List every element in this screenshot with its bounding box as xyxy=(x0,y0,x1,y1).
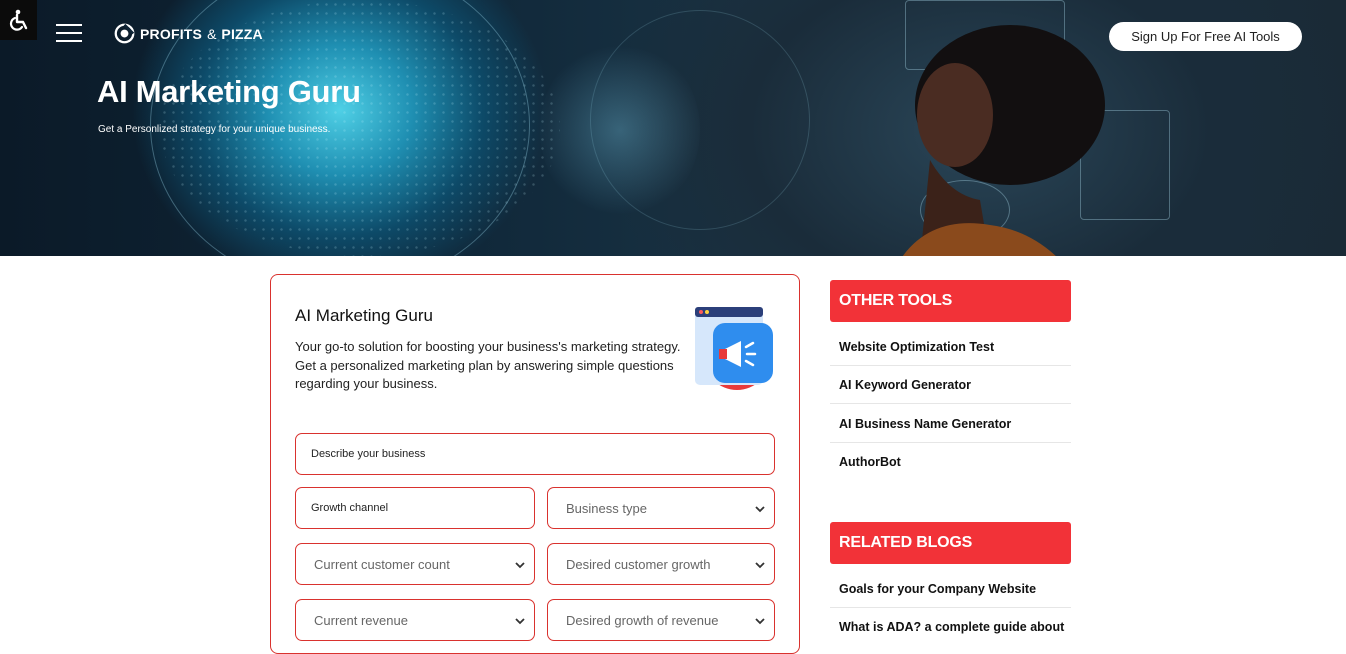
revenue-growth-select[interactable]: Desired growth of revenue xyxy=(547,599,775,641)
business-type-placeholder: Business type xyxy=(566,500,647,516)
customer-count-placeholder: Current customer count xyxy=(314,556,450,572)
revenue-placeholder: Current revenue xyxy=(314,612,408,628)
tool-link-business-name-generator[interactable]: AI Business Name Generator xyxy=(830,405,1071,443)
chevron-down-icon xyxy=(515,562,525,569)
logo-mark-icon xyxy=(114,23,135,44)
card-title: AI Marketing Guru xyxy=(295,306,433,325)
blog-link-ada-guide[interactable]: What is ADA? a complete guide about xyxy=(830,608,1071,646)
menu-line xyxy=(56,24,82,26)
logo-amp: & xyxy=(207,25,217,42)
describe-business-input[interactable]: Describe your business xyxy=(295,433,775,475)
site-logo[interactable]: PROFITS & PIZZA xyxy=(114,23,263,44)
chevron-down-icon xyxy=(755,562,765,569)
business-type-select[interactable]: Business type xyxy=(547,487,775,529)
tool-link-authorbot[interactable]: AuthorBot xyxy=(830,443,1071,481)
other-tools-heading: OTHER TOOLS xyxy=(830,280,1071,322)
logo-text: PROFITS xyxy=(140,25,203,42)
hand-glow xyxy=(540,40,700,220)
customer-growth-select[interactable]: Desired customer growth xyxy=(547,543,775,585)
menu-line xyxy=(56,32,82,34)
logo-text-2: PIZZA xyxy=(221,25,263,42)
card-description: Your go-to solution for boosting your bu… xyxy=(295,339,681,391)
hero-subtitle: Get a Personlized strategy for your uniq… xyxy=(98,124,331,135)
growth-channel-input[interactable]: Growth channel xyxy=(295,487,535,529)
revenue-select[interactable]: Current revenue xyxy=(295,599,535,641)
megaphone-illustration-icon xyxy=(695,307,773,390)
related-blogs-heading: RELATED BLOGS xyxy=(830,522,1071,564)
accessibility-icon xyxy=(9,9,27,31)
revenue-growth-placeholder: Desired growth of revenue xyxy=(566,612,719,628)
chevron-down-icon xyxy=(755,506,765,513)
tool-link-keyword-generator[interactable]: AI Keyword Generator xyxy=(830,366,1071,404)
hero-title: AI Marketing Guru xyxy=(97,74,361,109)
chevron-down-icon xyxy=(755,618,765,625)
growth-channel-placeholder: Growth channel xyxy=(311,502,389,514)
accessibility-button[interactable] xyxy=(0,0,37,40)
customer-growth-placeholder: Desired customer growth xyxy=(566,556,711,572)
tool-card: AI Marketing Guru Your go-to solution fo… xyxy=(270,274,800,654)
describe-business-placeholder: Describe your business xyxy=(311,448,426,460)
blog-link-company-website[interactable]: Goals for your Company Website xyxy=(830,570,1071,608)
chevron-down-icon xyxy=(515,618,525,625)
signup-button[interactable]: Sign Up For Free AI Tools xyxy=(1109,22,1302,51)
hero-banner: PROFITS & PIZZA Sign Up For Free AI Tool… xyxy=(0,0,1346,256)
woman-image xyxy=(902,25,1105,256)
tool-link-website-optimization[interactable]: Website Optimization Test xyxy=(830,328,1071,366)
customer-count-select[interactable]: Current customer count xyxy=(295,543,535,585)
hamburger-menu-icon[interactable] xyxy=(56,24,82,42)
menu-line xyxy=(56,40,82,42)
